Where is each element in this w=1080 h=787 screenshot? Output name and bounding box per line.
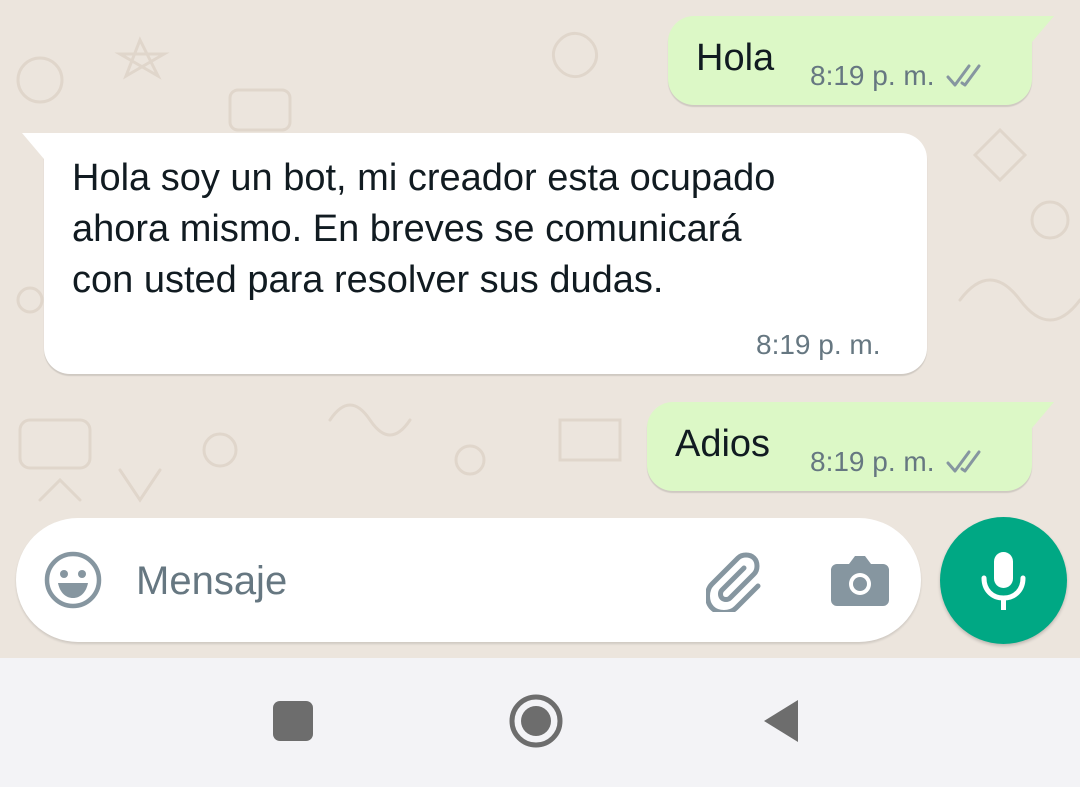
paperclip-icon[interactable] bbox=[706, 552, 770, 612]
home-circle-icon[interactable] bbox=[508, 693, 564, 749]
read-ticks-icon bbox=[946, 450, 981, 473]
bubble-tail bbox=[1032, 402, 1054, 428]
bubble-tail bbox=[22, 133, 44, 159]
message-line: Hola soy un bot, mi creador esta ocupado bbox=[72, 157, 776, 199]
message-time: 8:19 p. m. bbox=[810, 60, 935, 91]
microphone-button[interactable] bbox=[940, 517, 1067, 644]
bubble-tail bbox=[1032, 16, 1054, 42]
emoji-icon[interactable] bbox=[43, 550, 103, 610]
camera-icon[interactable] bbox=[831, 554, 889, 606]
back-triangle-icon[interactable] bbox=[762, 698, 800, 744]
message-meta: 8:19 p. m. bbox=[810, 446, 987, 478]
message-time: 8:19 p. m. bbox=[810, 446, 935, 477]
system-navigation-bar bbox=[0, 658, 1080, 787]
microphone-icon bbox=[981, 552, 1026, 610]
message-input[interactable] bbox=[134, 548, 698, 614]
message-bubble-outgoing[interactable]: Hola 8:19 p. m. bbox=[668, 16, 1054, 105]
chat-area[interactable]: Hola 8:19 p. m. Hola soy un bot, mi crea… bbox=[0, 0, 1080, 658]
message-text: Hola bbox=[696, 37, 775, 79]
read-ticks-icon bbox=[946, 64, 981, 87]
message-meta: 8:19 p. m. bbox=[810, 60, 987, 92]
message-bubble-incoming[interactable]: Hola soy un bot, mi creador esta ocupado… bbox=[22, 133, 927, 374]
square-icon[interactable] bbox=[272, 700, 314, 742]
message-composer bbox=[16, 518, 921, 642]
message-meta: 8:19 p. m. bbox=[756, 329, 881, 361]
message-text: Adios bbox=[675, 423, 771, 465]
message-line: con usted para resolver sus dudas. bbox=[72, 259, 664, 301]
message-time: 8:19 p. m. bbox=[756, 329, 881, 360]
message-bubble-outgoing[interactable]: Adios 8:19 p. m. bbox=[647, 402, 1054, 491]
message-line: ahora mismo. En breves se comunicará bbox=[72, 208, 742, 250]
